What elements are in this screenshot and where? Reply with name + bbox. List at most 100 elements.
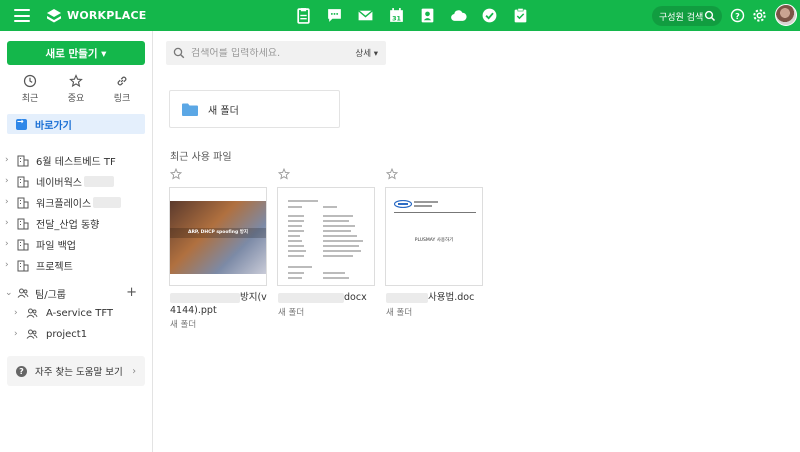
board-icon[interactable] bbox=[510, 5, 530, 25]
doc-line bbox=[288, 266, 312, 268]
chevron-right-icon[interactable]: › bbox=[5, 176, 17, 186]
sidebar-item-label: 워크플레이스 bbox=[36, 198, 92, 210]
chat-icon[interactable] bbox=[324, 5, 344, 25]
file-name[interactable]: docx bbox=[278, 291, 367, 304]
quick-important[interactable]: 중요 bbox=[56, 71, 96, 104]
doc-line bbox=[323, 255, 353, 257]
redacted-text bbox=[84, 175, 114, 187]
team-group-header[interactable]: ⌄ 팀/그룹 + bbox=[0, 283, 153, 303]
file-location: 새 폴더 bbox=[386, 308, 413, 318]
chevron-right-icon[interactable]: › bbox=[14, 308, 26, 318]
star-icon[interactable] bbox=[278, 168, 290, 180]
logo[interactable]: WORKPLACE bbox=[46, 7, 146, 24]
file-thumbnail-doc[interactable]: PLUSMAY 사용하기 bbox=[385, 187, 483, 286]
recent-files-title: 최근 사용 파일 bbox=[170, 152, 232, 163]
sidebar-item-team[interactable]: › A-service TFT bbox=[0, 303, 153, 323]
check-icon[interactable] bbox=[479, 5, 499, 25]
quick-access: 최근 중요 링크 bbox=[7, 71, 145, 104]
chevron-right-icon[interactable]: › bbox=[5, 218, 17, 228]
menu-icon[interactable] bbox=[14, 9, 30, 22]
sidebar-item-folder[interactable]: › 전달_산업 동향 bbox=[0, 213, 153, 233]
doc-line bbox=[323, 215, 353, 217]
star-icon[interactable] bbox=[386, 168, 398, 180]
building-icon bbox=[17, 197, 29, 208]
add-team-button[interactable]: + bbox=[126, 285, 137, 300]
help-icon[interactable]: ? bbox=[730, 8, 745, 23]
calendar-icon[interactable]: 31 bbox=[386, 5, 406, 25]
group-icon bbox=[26, 329, 38, 339]
folder-card[interactable]: 새 폴더 bbox=[169, 90, 340, 128]
folder-name: 새 폴더 bbox=[208, 105, 239, 117]
mail-icon[interactable] bbox=[355, 5, 375, 25]
building-icon bbox=[17, 155, 29, 166]
doc-line bbox=[323, 240, 363, 242]
quick-recent[interactable]: 최근 bbox=[10, 71, 50, 104]
building-icon bbox=[17, 239, 29, 250]
file-thumbnail-docx[interactable] bbox=[277, 187, 375, 286]
search-input[interactable] bbox=[191, 47, 341, 59]
doc-line bbox=[288, 245, 304, 247]
chevron-right-icon[interactable]: › bbox=[5, 260, 17, 270]
sidebar-item-label: 프로젝트 bbox=[36, 261, 73, 273]
help-link[interactable]: ? 자주 찾는 도움말 보기 › bbox=[7, 356, 145, 386]
search-icon bbox=[704, 10, 716, 22]
slide-title: ARP, DHCP spoofing 방지 bbox=[170, 228, 266, 238]
doc-line bbox=[288, 200, 318, 202]
sidebar-item-folder[interactable]: › 네이버웍스 bbox=[0, 171, 153, 191]
logo-text: WORKPLACE bbox=[67, 9, 147, 22]
sidebar-item-folder[interactable]: › 프로젝트 bbox=[0, 255, 153, 275]
chevron-right-icon[interactable]: › bbox=[14, 329, 26, 339]
doc-line bbox=[288, 206, 302, 208]
top-bar: WORKPLACE 31 구성원 검색 ? bbox=[0, 0, 800, 31]
doc-line bbox=[323, 230, 351, 232]
doc-line bbox=[323, 250, 361, 252]
quick-link[interactable]: 링크 bbox=[102, 71, 142, 104]
clipboard-icon[interactable] bbox=[293, 5, 313, 25]
team-group-label: 팀/그룹 bbox=[35, 289, 66, 301]
team-label: A-service TFT bbox=[46, 307, 114, 319]
member-search-label: 구성원 검색 bbox=[659, 12, 704, 23]
avatar[interactable] bbox=[775, 4, 797, 26]
cloud-icon[interactable] bbox=[448, 5, 468, 25]
member-search[interactable]: 구성원 검색 bbox=[652, 6, 722, 26]
file-name-tail: docx bbox=[344, 292, 367, 303]
sidebar-item-folder[interactable]: › 워크플레이스 bbox=[0, 192, 153, 212]
doc-line bbox=[323, 245, 359, 247]
new-button[interactable]: 새로 만들기 ▾ bbox=[7, 41, 145, 65]
file-location: 새 폴더 bbox=[278, 308, 305, 318]
group-icon bbox=[17, 288, 29, 298]
doc-line bbox=[288, 255, 304, 257]
file-thumbnail-ppt[interactable]: ARP, DHCP spoofing 방지 bbox=[169, 187, 267, 286]
building-icon bbox=[17, 218, 29, 229]
doc-title: PLUSMAY 사용하기 bbox=[414, 238, 454, 243]
folder-icon bbox=[182, 103, 198, 116]
file-name[interactable]: 방지(v 4144).ppt bbox=[170, 291, 267, 317]
doc-line bbox=[288, 272, 304, 274]
chevron-down-icon[interactable]: ⌄ bbox=[5, 288, 17, 298]
doc-line bbox=[288, 215, 304, 217]
doc-line bbox=[323, 206, 337, 208]
chevron-right-icon[interactable]: › bbox=[5, 155, 17, 165]
doc-line bbox=[323, 277, 349, 279]
doc-line bbox=[288, 235, 300, 237]
shortcut-label: 바로가기 bbox=[35, 120, 72, 132]
file-name-tail: 방지(v bbox=[240, 292, 267, 303]
chevron-right-icon[interactable]: › bbox=[5, 197, 17, 207]
file-name[interactable]: 사용법.doc bbox=[386, 291, 474, 304]
sidebar-item-folder[interactable]: › 파일 백업 bbox=[0, 234, 153, 254]
help-label: 자주 찾는 도움말 보기 bbox=[35, 367, 123, 378]
doc-line bbox=[288, 240, 302, 242]
redacted-text bbox=[386, 292, 428, 303]
gear-icon[interactable] bbox=[752, 8, 767, 23]
redacted-text bbox=[278, 292, 344, 303]
sidebar-item-folder[interactable]: › 6월 테스트베드 TF bbox=[0, 150, 153, 170]
doc-line bbox=[288, 230, 304, 232]
redacted-text bbox=[170, 292, 240, 303]
sidebar-item-team[interactable]: › project1 bbox=[0, 324, 153, 344]
sidebar-item-shortcut[interactable]: 바로가기 bbox=[7, 114, 145, 134]
detail-search-button[interactable]: 상세 ▾ bbox=[355, 47, 378, 59]
star-icon[interactable] bbox=[170, 168, 182, 180]
chevron-right-icon[interactable]: › bbox=[5, 239, 17, 249]
svg-text:31: 31 bbox=[392, 14, 401, 22]
contacts-icon[interactable] bbox=[417, 5, 437, 25]
